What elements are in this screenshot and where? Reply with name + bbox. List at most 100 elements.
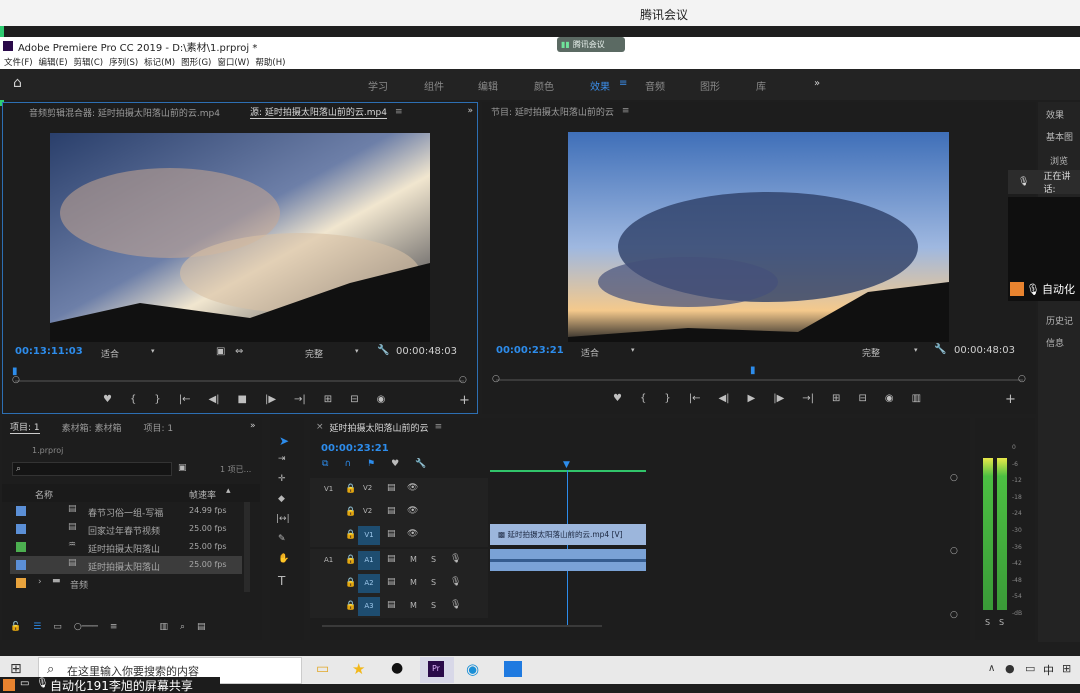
list-item-selected[interactable]: ▤ 延时拍摄太阳落山 25.00 fps	[10, 556, 242, 574]
add-button-icon[interactable]: +	[1005, 392, 1016, 407]
file-explorer-icon[interactable]: ▭	[316, 661, 329, 677]
lock-icon[interactable]: 🔒	[345, 578, 356, 588]
wrench-icon[interactable]: 🔧	[934, 344, 946, 355]
camera-icon[interactable]: ◉	[885, 393, 894, 404]
favorites-icon[interactable]: ★	[352, 660, 365, 678]
menu-graphics[interactable]: 图形(G)	[181, 56, 211, 68]
solo-left-button[interactable]: S	[985, 618, 990, 627]
track-name[interactable]: V1	[358, 526, 380, 545]
export-frame-icon[interactable]: ⇔	[235, 346, 243, 357]
settings-icon[interactable]: ▣	[216, 346, 225, 357]
track-name[interactable]: A2	[358, 574, 380, 593]
mark-out-icon[interactable]: }	[154, 394, 160, 405]
lock-icon[interactable]: 🔒	[345, 555, 356, 565]
camera-icon[interactable]: ◉	[377, 394, 386, 405]
mute-button-icon[interactable]: M	[410, 601, 417, 610]
audio-clip[interactable]	[490, 549, 646, 571]
close-icon[interactable]: ×	[316, 422, 324, 432]
list-item[interactable]: › ▬ 音频	[2, 574, 242, 592]
solo-right-button[interactable]: S	[999, 618, 1004, 627]
eye-icon[interactable]: 👁	[407, 529, 418, 539]
chevron-up-icon[interactable]: ∧	[988, 663, 995, 674]
automate-icon[interactable]: ▥	[159, 622, 168, 632]
essential-graphics-tab[interactable]: 基本图	[1046, 130, 1073, 143]
play-icon[interactable]: ▶	[748, 393, 756, 404]
program-quality-select[interactable]: 完整	[862, 346, 880, 359]
track-name[interactable]: V2	[363, 507, 372, 515]
project-search-input[interactable]: ⌕	[12, 462, 172, 476]
effects-tab[interactable]: 效果	[1046, 108, 1064, 121]
menu-sequence[interactable]: 序列(S)	[109, 56, 138, 68]
workspace-tab-color[interactable]: 颜色	[534, 78, 554, 93]
linked-selection-icon[interactable]: ⚑	[367, 459, 375, 469]
horizontal-scrollbar[interactable]	[322, 625, 602, 627]
column-name[interactable]: 名称	[35, 488, 53, 501]
track-select-tool-icon[interactable]: ⇥	[278, 454, 286, 464]
sync-lock-icon[interactable]: ▤	[387, 529, 396, 539]
zoom-slider[interactable]: ○───	[74, 622, 98, 632]
scrollbar-handle[interactable]: ○	[950, 473, 958, 483]
timeline-playhead-head[interactable]: ▼	[563, 460, 570, 470]
scrub-end-handle[interactable]: ○	[459, 375, 467, 385]
sync-lock-icon[interactable]: ▤	[387, 600, 396, 610]
microphone-icon[interactable]: 🎙	[450, 577, 461, 587]
go-to-in-icon[interactable]: |←	[179, 394, 191, 405]
sync-lock-icon[interactable]: ▤	[387, 483, 396, 493]
tencent-meeting-icon[interactable]	[504, 661, 522, 677]
mark-out-icon[interactable]: }	[664, 393, 670, 404]
track-name[interactable]: A1	[358, 551, 380, 570]
home-icon[interactable]: ⌂	[13, 75, 22, 91]
source-fit-select[interactable]: 适合	[101, 347, 119, 360]
browse-tab[interactable]: 浏览	[1050, 154, 1068, 167]
wrench-icon[interactable]: 🔧	[415, 459, 426, 469]
program-monitor-title[interactable]: 节目: 延时拍摄太阳落山前的云	[491, 105, 614, 118]
tab-audio-clip-mixer[interactable]: 音频剪辑混合器: 延时拍摄太阳落山前的云.mp4	[29, 106, 220, 119]
source-scrub-bar[interactable]	[15, 380, 464, 382]
sync-lock-icon[interactable]: ▤	[387, 577, 396, 587]
add-marker-icon[interactable]: ♥	[613, 393, 622, 404]
step-forward-icon[interactable]: |▶	[773, 393, 784, 404]
list-view-icon[interactable]: ☰	[33, 622, 41, 632]
type-tool-icon[interactable]: T	[278, 574, 285, 588]
network-icon[interactable]: ▭	[1025, 662, 1035, 675]
list-item[interactable]: ▤ 回家过年春节视频 25.00 fps	[2, 520, 242, 538]
lift-icon[interactable]: ⊞	[832, 393, 840, 404]
qq-icon[interactable]: ●	[391, 660, 403, 676]
add-marker-icon[interactable]: ♥	[391, 459, 399, 469]
mark-in-icon[interactable]: {	[640, 393, 646, 404]
track-source-label[interactable]: A1	[324, 556, 333, 564]
comparison-view-icon[interactable]: ▥	[912, 393, 921, 404]
lock-icon[interactable]: 🔓	[10, 622, 21, 632]
razor-tool-icon[interactable]: ◆	[278, 494, 285, 504]
ime-mode-icon[interactable]: ⊞	[1062, 662, 1071, 675]
go-to-out-icon[interactable]: →|	[802, 393, 814, 404]
windows-start-icon[interactable]: ⊞	[10, 661, 22, 677]
icon-view-icon[interactable]: ▭	[53, 622, 62, 632]
step-back-icon[interactable]: ◀|	[208, 394, 219, 405]
program-fit-select[interactable]: 适合	[581, 346, 599, 359]
workspace-tab-effects[interactable]: 效果	[590, 78, 610, 93]
solo-button-icon[interactable]: S	[431, 578, 436, 587]
mute-button-icon[interactable]: M	[410, 578, 417, 587]
tab-source[interactable]: 源: 延时拍摄太阳落山前的云.mp4	[249, 105, 387, 119]
lock-icon[interactable]: 🔒	[345, 601, 356, 611]
tab-bin[interactable]: 素材箱: 素材箱	[62, 421, 122, 434]
chevron-right-icon[interactable]: ›	[38, 577, 42, 587]
history-tab[interactable]: 历史记	[1046, 314, 1073, 327]
menu-window[interactable]: 窗口(W)	[217, 56, 249, 68]
workspace-menu-icon[interactable]: ≡	[619, 78, 627, 89]
tab-project-2[interactable]: 项目: 1	[144, 421, 174, 434]
workspace-tab-graphics[interactable]: 图形	[700, 78, 720, 93]
eye-icon[interactable]: 👁	[407, 483, 418, 493]
sequence-tab[interactable]: 延时拍摄太阳落山前的云	[330, 421, 429, 434]
tab-project[interactable]: 项目: 1	[10, 420, 40, 434]
track-source-label[interactable]: V1	[324, 485, 333, 493]
edge-browser-icon[interactable]: ◉	[466, 660, 479, 678]
snap-icon[interactable]: ∩	[344, 459, 351, 469]
new-bin-icon[interactable]: ▣	[178, 463, 187, 473]
search-icon[interactable]: ⌕	[180, 622, 185, 632]
program-timecode[interactable]: 00:00:23:21	[496, 345, 564, 356]
microphone-icon[interactable]: 🎙	[450, 554, 461, 564]
work-area-bar[interactable]	[490, 470, 646, 472]
insert-icon[interactable]: ⊞	[324, 394, 332, 405]
